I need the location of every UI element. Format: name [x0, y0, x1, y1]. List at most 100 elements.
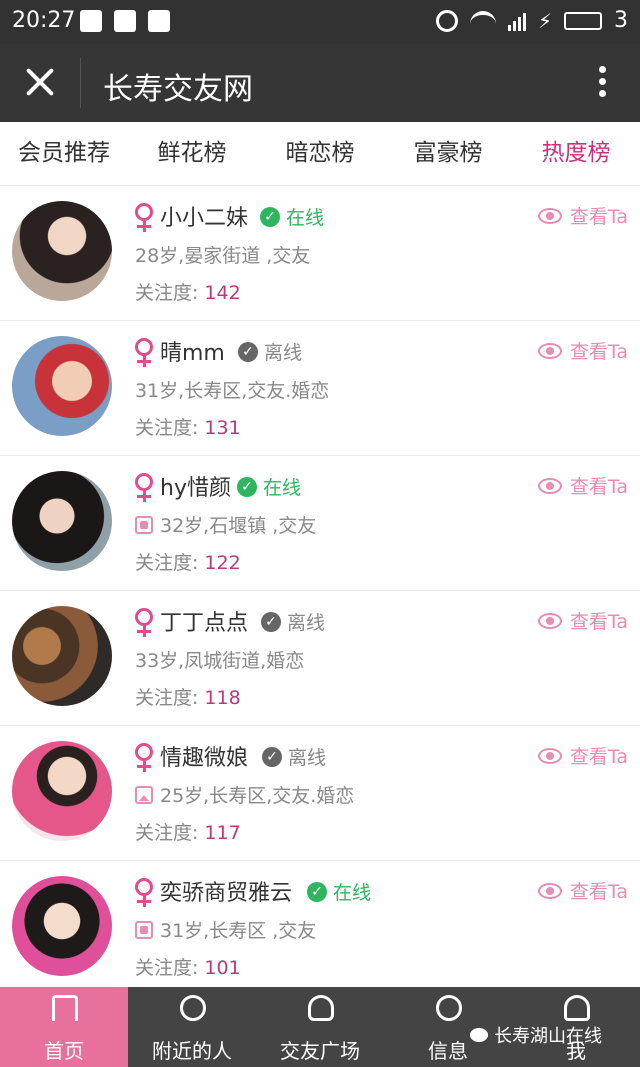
view-profile-link[interactable]: 查看Ta	[537, 607, 628, 634]
status-text: 在线	[286, 207, 325, 229]
attention-label: 关注度:	[135, 822, 199, 844]
attention-row: 关注度: 117	[135, 818, 241, 845]
status-text: 离线	[287, 612, 326, 634]
nav-home[interactable]: 首页	[0, 987, 128, 1067]
list-item[interactable]: 丁丁点点 ✓ 离线 查看Ta 33岁,凤城街道,婚恋 关注度: 118	[0, 591, 640, 726]
image-icon	[135, 785, 153, 804]
view-profile-link[interactable]: 查看Ta	[537, 337, 628, 364]
status-time: 20:27	[12, 8, 76, 33]
status-badge: ✓ 离线	[262, 743, 326, 770]
eye-icon	[537, 477, 562, 494]
signal-icon	[507, 11, 526, 31]
list-item[interactable]: 奕骄商贸雅云 ✓ 在线 查看Ta 31岁,长寿区 ,交友 关注度: 101	[0, 861, 640, 996]
member-info-text: 28岁,晏家街道 ,交友	[135, 245, 311, 267]
status-bar: 20:27 ⚡ 3	[0, 0, 640, 44]
eye-icon	[537, 342, 562, 359]
attention-count: 117	[204, 822, 241, 844]
female-icon	[135, 608, 153, 638]
check-icon: ✓	[307, 881, 327, 902]
view-label: 查看Ta	[569, 341, 628, 363]
phone-icon	[135, 515, 153, 534]
avatar[interactable]	[12, 606, 112, 706]
attention-count: 131	[204, 417, 241, 439]
eye-icon	[537, 747, 562, 764]
female-icon	[135, 338, 153, 368]
check-icon: ✓	[260, 206, 280, 227]
battery-level: 3	[614, 8, 628, 33]
avatar[interactable]	[12, 876, 112, 976]
member-info: 33岁,凤城街道,婚恋	[135, 646, 304, 673]
view-profile-link[interactable]: 查看Ta	[537, 742, 628, 769]
member-info: 32岁,石堰镇 ,交友	[135, 511, 316, 538]
close-icon[interactable]	[18, 60, 62, 104]
avatar[interactable]	[12, 336, 112, 436]
member-info-text: 25岁,长寿区,交友.婚恋	[160, 785, 355, 807]
member-list: 小小二妹 ✓ 在线 查看Ta 28岁,晏家街道 ,交友 关注度: 142 晴mm …	[0, 186, 640, 996]
list-item[interactable]: 小小二妹 ✓ 在线 查看Ta 28岁,晏家街道 ,交友 关注度: 142	[0, 186, 640, 321]
gallery-notification-icon	[80, 10, 102, 32]
tab-member-recommend[interactable]: 会员推荐	[0, 122, 128, 185]
check-icon: ✓	[261, 611, 281, 632]
mail-notification-icon	[148, 10, 170, 32]
ranking-tabs: 会员推荐 鲜花榜 暗恋榜 富豪榜 热度榜	[0, 122, 640, 186]
attention-row: 关注度: 131	[135, 413, 241, 440]
view-label: 查看Ta	[569, 611, 628, 633]
more-menu-icon[interactable]	[596, 66, 608, 100]
nav-nearby[interactable]: 附近的人	[128, 987, 256, 1067]
tab-rich-rank[interactable]: 富豪榜	[384, 122, 512, 185]
avatar[interactable]	[12, 471, 112, 571]
view-profile-link[interactable]: 查看Ta	[537, 472, 628, 499]
member-name: 奕骄商贸雅云	[160, 881, 293, 906]
female-icon	[135, 203, 153, 233]
member-info: 31岁,长寿区 ,交友	[135, 916, 316, 943]
eye-icon	[537, 612, 562, 629]
avatar[interactable]	[12, 201, 112, 301]
member-info: 25岁,长寿区,交友.婚恋	[135, 781, 354, 808]
list-item[interactable]: 晴mm ✓ 离线 查看Ta 31岁,长寿区,交友.婚恋 关注度: 131	[0, 321, 640, 456]
nav-square[interactable]: 交友广场	[256, 987, 384, 1067]
member-name: 晴mm	[160, 341, 225, 366]
view-profile-link[interactable]: 查看Ta	[537, 877, 628, 904]
charging-icon: ⚡	[537, 8, 552, 33]
list-item[interactable]: hy惜颜 ✓ 在线 查看Ta 32岁,石堰镇 ,交友 关注度: 122	[0, 456, 640, 591]
view-profile-link[interactable]: 查看Ta	[537, 202, 628, 229]
chat-icon	[436, 995, 462, 1021]
status-badge: ✓ 在线	[307, 878, 371, 905]
attention-count: 122	[204, 552, 241, 574]
nav-label: 交友广场	[280, 1039, 360, 1063]
search-icon	[180, 995, 206, 1021]
female-icon	[135, 473, 153, 503]
member-info: 28岁,晏家街道 ,交友	[135, 241, 310, 268]
member-name: 情趣微娘	[160, 746, 249, 771]
user-icon	[564, 995, 590, 1021]
check-icon: ✓	[238, 341, 258, 362]
home-icon	[52, 995, 78, 1021]
status-badge: ✓ 在线	[260, 203, 324, 230]
status-text: 在线	[333, 882, 372, 904]
watermark-text: 长寿湖山在线	[494, 1026, 602, 1047]
alarm-icon	[435, 9, 458, 32]
tab-hot-rank[interactable]: 热度榜	[512, 122, 640, 185]
wifi-icon	[469, 10, 496, 31]
tab-flower-rank[interactable]: 鲜花榜	[128, 122, 256, 185]
nav-label: 首页	[44, 1039, 84, 1063]
wechat-icon	[470, 1028, 488, 1042]
status-badge: ✓ 在线	[237, 473, 301, 500]
member-name: 丁丁点点	[160, 611, 249, 636]
member-info-text: 31岁,长寿区 ,交友	[160, 920, 317, 942]
tab-crush-rank[interactable]: 暗恋榜	[256, 122, 384, 185]
phone-icon	[135, 920, 153, 939]
member-info-text: 33岁,凤城街道,婚恋	[135, 650, 305, 672]
list-item[interactable]: 情趣微娘 ✓ 离线 查看Ta 25岁,长寿区,交友.婚恋 关注度: 117	[0, 726, 640, 861]
attention-label: 关注度:	[135, 552, 199, 574]
page-title: 长寿交友网	[103, 72, 253, 107]
attention-count: 142	[204, 282, 241, 304]
attention-label: 关注度:	[135, 417, 199, 439]
member-name: 小小二妹	[160, 206, 249, 231]
avatar[interactable]	[12, 741, 112, 841]
status-text: 离线	[264, 342, 303, 364]
member-info-text: 32岁,石堰镇 ,交友	[160, 515, 317, 537]
member-name: hy惜颜	[160, 476, 231, 501]
attention-label: 关注度:	[135, 282, 199, 304]
people-icon	[308, 995, 334, 1021]
